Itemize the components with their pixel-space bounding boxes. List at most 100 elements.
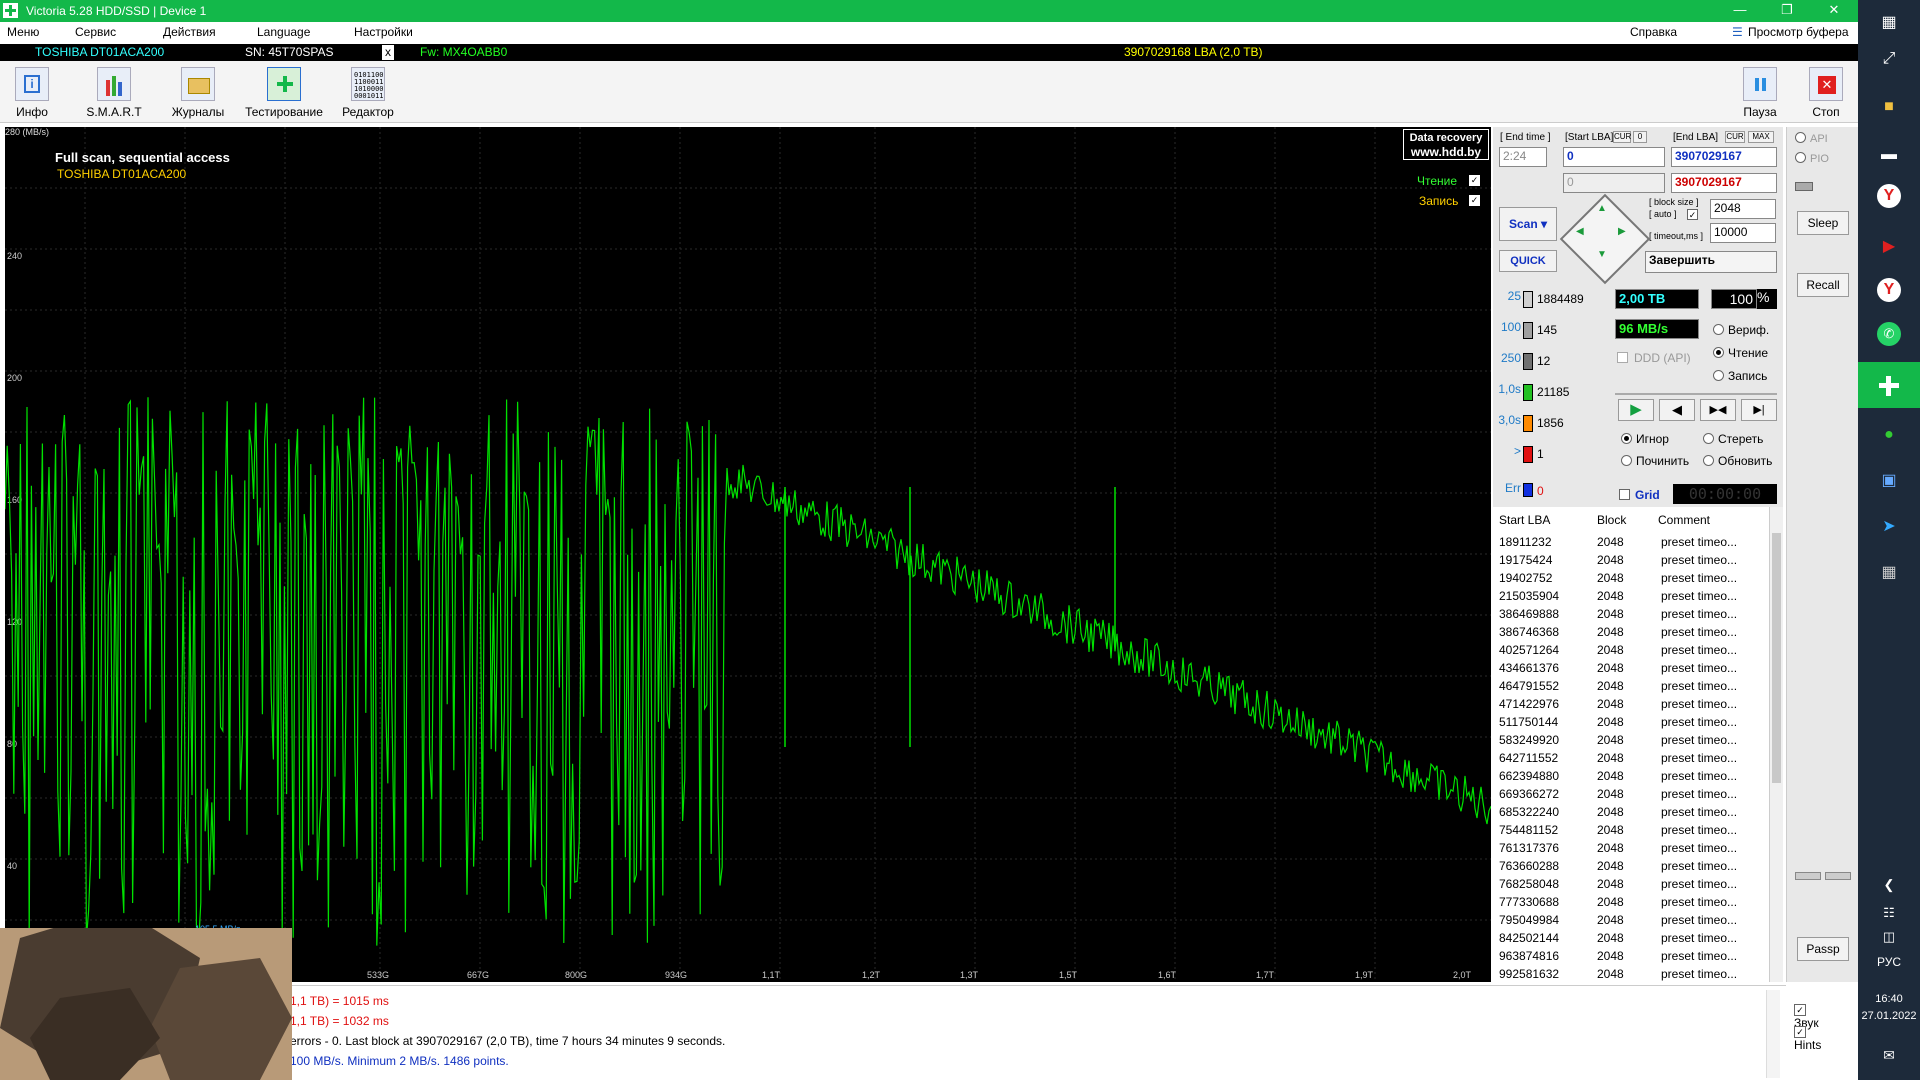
table-row[interactable]: 511750144 2048 preset timeo... — [1493, 713, 1769, 731]
quick-button[interactable]: QUICK — [1499, 250, 1557, 272]
table-row[interactable]: 386746368 2048 preset timeo... — [1493, 623, 1769, 641]
direction-left-icon[interactable]: ◀ — [1576, 226, 1584, 237]
mode-verify[interactable]: Вериф. — [1713, 323, 1769, 337]
menu-item-buffer[interactable]: Просмотр буфера — [1748, 25, 1849, 39]
sleep-button[interactable]: Sleep — [1797, 211, 1849, 235]
menu-item-service[interactable]: Сервис — [75, 25, 116, 39]
hints-checkbox[interactable]: ✓ — [1794, 1026, 1806, 1038]
table-row[interactable]: 669366272 2048 preset timeo... — [1493, 785, 1769, 803]
whatsapp-icon[interactable]: ✆ — [1877, 322, 1901, 346]
table-row[interactable]: 18911232 2048 preset timeo... — [1493, 533, 1769, 551]
table-row[interactable]: 19402752 2048 preset timeo... — [1493, 569, 1769, 587]
direction-up-icon[interactable]: ▲ — [1597, 203, 1607, 214]
victoria-taskbar-icon[interactable] — [1858, 362, 1920, 408]
table-row[interactable]: 777330688 2048 preset timeo... — [1493, 893, 1769, 911]
end-lba-current-input[interactable]: 3907029167 — [1671, 173, 1777, 193]
watermark[interactable]: Data recovery www.hdd.by — [1403, 129, 1489, 160]
table-row[interactable]: 763660288 2048 preset timeo... — [1493, 857, 1769, 875]
table-row[interactable]: 471422976 2048 preset timeo... — [1493, 695, 1769, 713]
table-row[interactable]: 434661376 2048 preset timeo... — [1493, 659, 1769, 677]
sound-checkbox[interactable]: ✓ — [1794, 1004, 1806, 1016]
drive-icon[interactable]: ▬ — [1874, 140, 1904, 170]
table-row[interactable]: 761317376 2048 preset timeo... — [1493, 839, 1769, 857]
restore-icon[interactable]: ❐ — [1765, 0, 1809, 22]
col-block[interactable]: Block — [1597, 513, 1626, 527]
start-cur-button[interactable]: CUR — [1613, 131, 1631, 143]
table-row[interactable]: 642711552 2048 preset timeo... — [1493, 749, 1769, 767]
telegram-icon[interactable]: ➤ — [1874, 512, 1904, 542]
passp-button[interactable]: Passp — [1797, 937, 1849, 961]
grid-checkbox[interactable] — [1619, 489, 1630, 500]
device-model[interactable]: TOSHIBA DT01ACA200 — [35, 45, 164, 59]
auto-checkbox[interactable]: ✓ — [1687, 209, 1698, 220]
recall-button[interactable]: Recall — [1797, 273, 1849, 297]
end-button[interactable]: ▶| — [1741, 399, 1777, 421]
green-app-icon[interactable]: ● — [1874, 420, 1904, 450]
block-size-select[interactable]: 2048 — [1710, 199, 1776, 219]
smart-button[interactable]: S.M.A.R.T — [84, 67, 144, 119]
table-row[interactable]: 768258048 2048 preset timeo... — [1493, 875, 1769, 893]
log-scrollbar[interactable] — [1766, 990, 1780, 1078]
mode-read[interactable]: Чтение — [1713, 346, 1768, 360]
write-checkbox[interactable]: ✓ — [1469, 195, 1480, 206]
current-lba-input[interactable]: 0 — [1563, 173, 1665, 193]
table-row[interactable]: 963874816 2048 preset timeo... — [1493, 947, 1769, 965]
skip-both-button[interactable]: ▶◀ — [1700, 399, 1736, 421]
menu-item-help[interactable]: Справка — [1630, 25, 1677, 39]
notes-icon[interactable]: ■ — [1874, 92, 1904, 122]
network-icon[interactable]: ◫ — [1874, 922, 1904, 952]
table-row[interactable]: 754481152 2048 preset timeo... — [1493, 821, 1769, 839]
notification-icon[interactable]: ✉ — [1874, 1040, 1904, 1070]
end-lba-input[interactable]: 3907029167 — [1671, 147, 1777, 167]
youtube-icon[interactable]: ▶ — [1874, 232, 1904, 262]
read-checkbox[interactable]: ✓ — [1469, 175, 1480, 186]
stop-button[interactable]: ✕ Стоп — [1806, 67, 1846, 119]
menu-item-actions[interactable]: Действия — [163, 25, 216, 39]
clock-time[interactable]: 16:40 — [1858, 993, 1920, 1005]
table-row[interactable]: 842502144 2048 preset timeo... — [1493, 929, 1769, 947]
table-row[interactable]: 386469888 2048 preset timeo... — [1493, 605, 1769, 623]
action-erase[interactable]: Стереть — [1703, 432, 1763, 446]
ddd-checkbox[interactable] — [1617, 352, 1628, 363]
menu-item-language[interactable]: Language — [257, 25, 310, 39]
table-row[interactable]: 795049984 2048 preset timeo... — [1493, 911, 1769, 929]
pio-radio[interactable]: PIO — [1795, 152, 1829, 165]
table-row[interactable]: 662394880 2048 preset timeo... — [1493, 767, 1769, 785]
action-refresh[interactable]: Обновить — [1703, 454, 1772, 468]
hints-option[interactable]: ✓ Hints — [1794, 1022, 1821, 1052]
chevron-left-icon[interactable]: ❮ — [1874, 870, 1904, 900]
minimize-icon[interactable]: — — [1718, 0, 1762, 22]
scrollbar-thumb[interactable] — [1772, 533, 1781, 783]
calculator-icon[interactable]: ▦ — [1874, 558, 1904, 588]
table-row[interactable]: 583249920 2048 preset timeo... — [1493, 731, 1769, 749]
table-row[interactable]: 215035904 2048 preset timeo... — [1493, 587, 1769, 605]
action-fix[interactable]: Починить — [1621, 454, 1689, 468]
device-close-button[interactable]: x — [382, 45, 394, 60]
scan-button[interactable]: Scan ▾ — [1499, 207, 1557, 241]
col-start-lba[interactable]: Start LBA — [1499, 513, 1550, 527]
start-zero-button[interactable]: 0 — [1633, 131, 1647, 143]
grid-icon[interactable]: ▦ — [1874, 8, 1904, 38]
table-row[interactable]: 402571264 2048 preset timeo... — [1493, 641, 1769, 659]
direction-right-icon[interactable]: ▶ — [1618, 226, 1626, 237]
logs-button[interactable]: Журналы — [168, 67, 228, 119]
small-button-1[interactable] — [1795, 872, 1821, 880]
pause-button[interactable]: Пауза — [1738, 67, 1782, 119]
table-scrollbar[interactable] — [1769, 507, 1783, 982]
finish-select[interactable]: Завершить — [1645, 251, 1777, 273]
expand-icon[interactable]: ⤢ — [1874, 44, 1904, 74]
timeout-select[interactable]: 10000 — [1710, 223, 1776, 243]
menu-item-settings[interactable]: Настройки — [354, 25, 413, 39]
table-row[interactable]: 992581632 2048 preset timeo... — [1493, 965, 1769, 982]
close-icon[interactable]: ✕ — [1812, 0, 1856, 22]
mode-write[interactable]: Запись — [1713, 369, 1767, 383]
table-row[interactable]: 464791552 2048 preset timeo... — [1493, 677, 1769, 695]
test-button[interactable]: Тестирование — [244, 67, 324, 119]
table-row[interactable]: 685322240 2048 preset timeo... — [1493, 803, 1769, 821]
clock-date[interactable]: 27.01.2022 — [1858, 1010, 1920, 1022]
end-cur-button[interactable]: CUR — [1725, 131, 1745, 143]
end-max-button[interactable]: MAX — [1748, 131, 1774, 143]
api-radio[interactable]: API — [1795, 132, 1828, 145]
end-time-input[interactable]: 2:24 — [1499, 147, 1547, 167]
yandex-icon[interactable]: Y — [1877, 184, 1901, 208]
